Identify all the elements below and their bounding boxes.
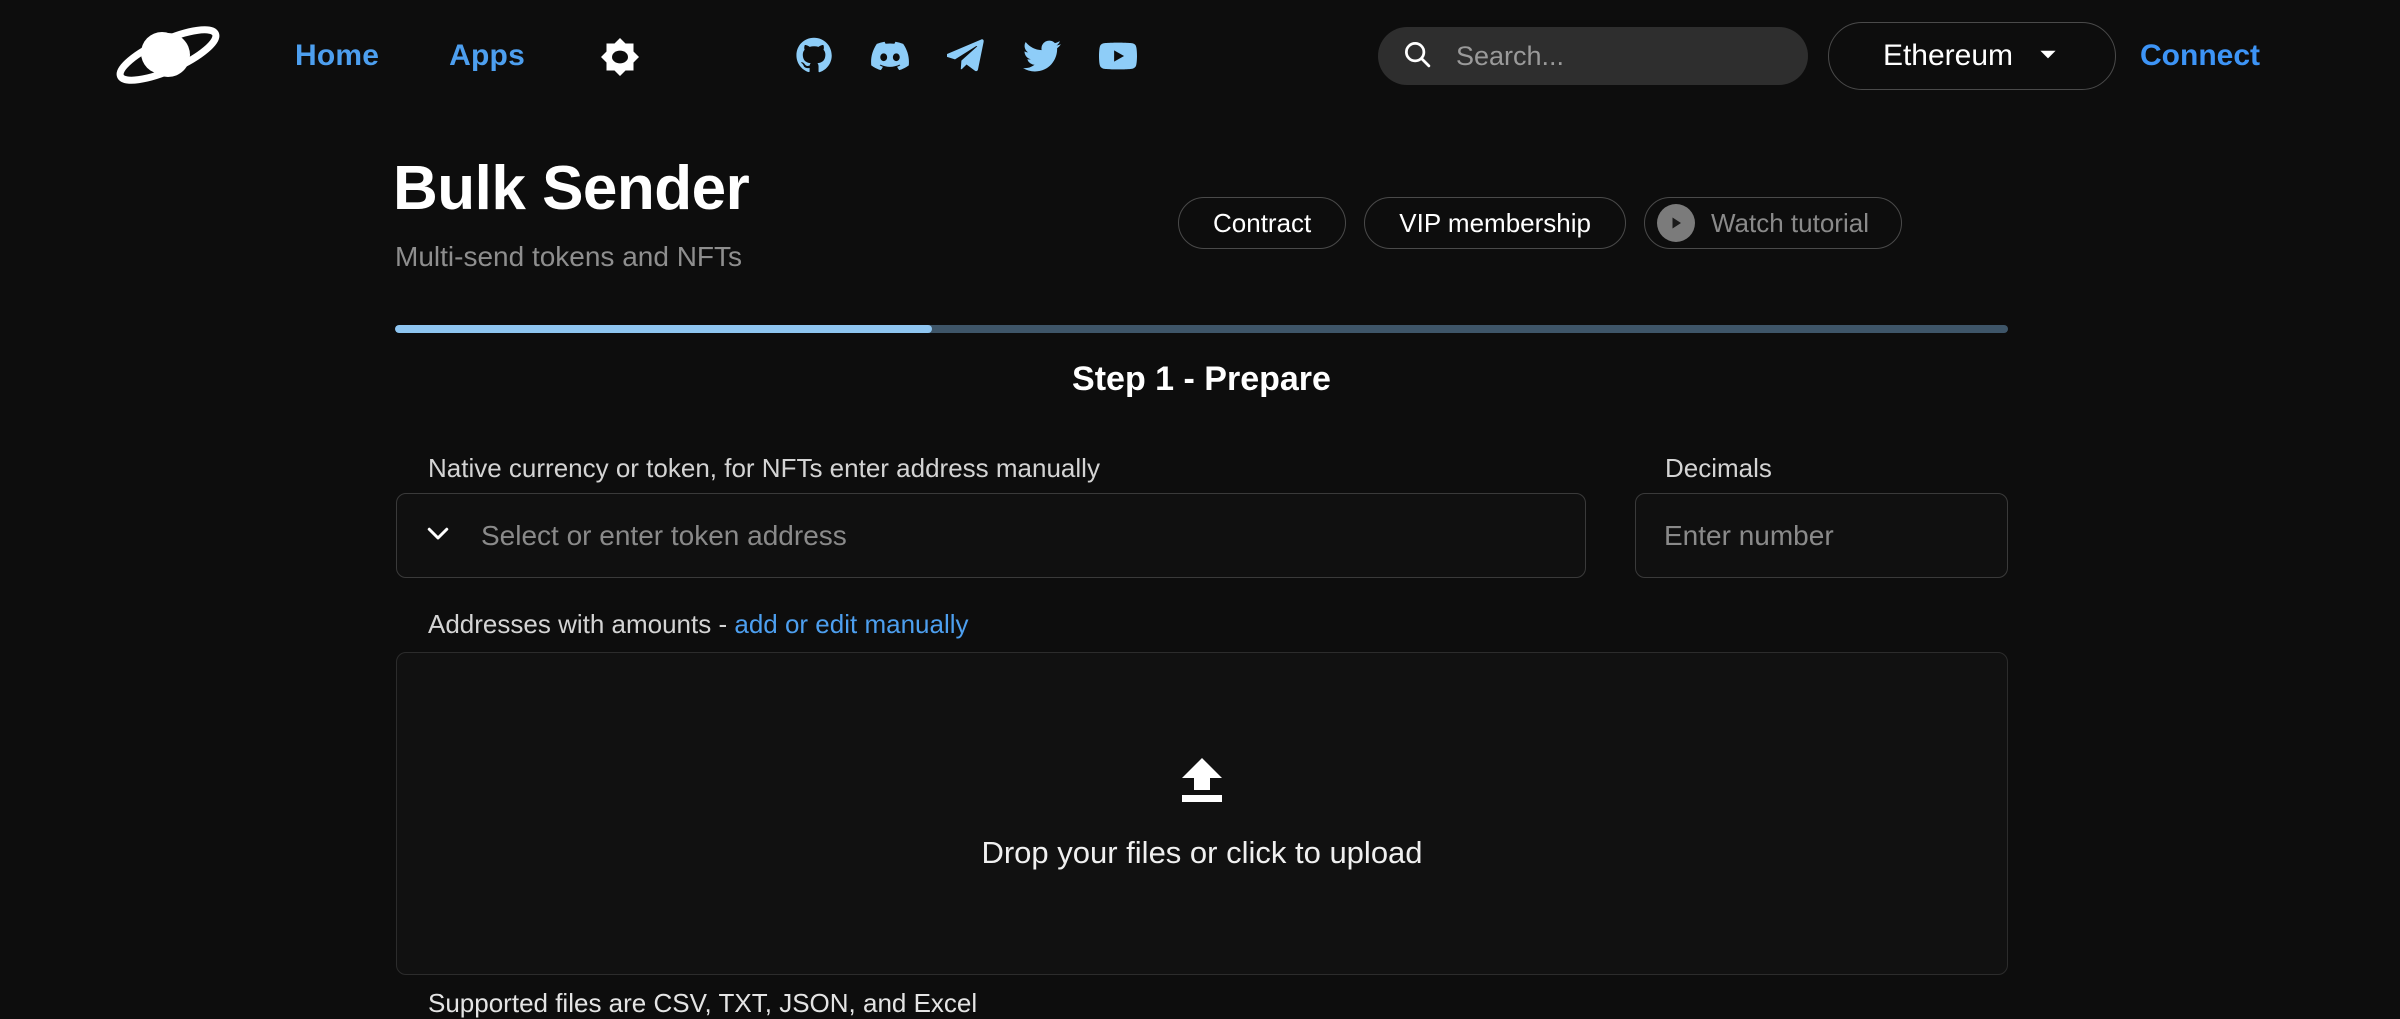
- page-action-buttons: Contract VIP membership Watch tutorial: [1178, 197, 1902, 249]
- nav-home[interactable]: Home: [295, 39, 379, 73]
- saturn-planet-logo[interactable]: [113, 22, 223, 88]
- token-field-label: Native currency or token, for NFTs enter…: [428, 453, 1100, 483]
- vip-membership-button[interactable]: VIP membership: [1364, 197, 1626, 249]
- page-subtitle: Multi-send tokens and NFTs: [395, 241, 743, 272]
- chain-selector-label: Ethereum: [1882, 39, 2014, 72]
- twitter-icon[interactable]: [1023, 37, 1061, 75]
- token-select[interactable]: [396, 493, 1586, 578]
- top-navigation-bar: Home Apps Search... Ethereum Connect: [0, 0, 2400, 112]
- addresses-field-label: Addresses with amounts - add or edit man…: [428, 611, 969, 637]
- upload-icon: [1175, 756, 1229, 809]
- brightness-icon[interactable]: [600, 37, 640, 77]
- main-nav-links: Home Apps: [295, 0, 525, 112]
- connect-wallet-button[interactable]: Connect: [2140, 0, 2260, 112]
- chevron-down-icon: [2035, 41, 2061, 72]
- play-icon: [1656, 204, 1695, 242]
- watch-tutorial-button[interactable]: Watch tutorial: [1643, 197, 1902, 249]
- page-title: Bulk Sender: [393, 154, 750, 223]
- dropzone-text: Drop your files or click to upload: [981, 835, 1423, 870]
- contract-button[interactable]: Contract: [1178, 197, 1347, 249]
- watch-tutorial-label: Watch tutorial: [1710, 207, 1869, 238]
- nav-apps[interactable]: Apps: [449, 39, 525, 73]
- search-icon: [1402, 39, 1432, 74]
- search-bar[interactable]: [1378, 27, 1812, 85]
- file-dropzone[interactable]: Drop your files or click to upload: [396, 652, 2008, 975]
- token-address-input[interactable]: [479, 518, 1559, 553]
- chevron-down-icon: [423, 518, 453, 553]
- discord-icon[interactable]: [871, 37, 909, 75]
- step-title: Step 1 - Prepare: [1072, 360, 1331, 398]
- telegram-icon[interactable]: [947, 37, 985, 75]
- addresses-label-static: Addresses with amounts -: [428, 609, 735, 639]
- youtube-icon[interactable]: [1099, 37, 1137, 75]
- decimals-input[interactable]: [1662, 518, 2027, 553]
- github-icon[interactable]: [795, 37, 833, 75]
- step-progress-fill: [395, 325, 933, 333]
- chain-selector[interactable]: Ethereum: [1828, 22, 2116, 90]
- step-progress-bar: [395, 325, 2008, 333]
- social-links: [795, 0, 1137, 112]
- search-input[interactable]: [1454, 39, 1812, 73]
- decimals-field[interactable]: [1635, 493, 2027, 578]
- decimals-field-label: Decimals: [1665, 453, 1772, 483]
- supported-files-text: Supported files are CSV, TXT, JSON, and …: [428, 988, 978, 1018]
- add-or-edit-manually-link[interactable]: add or edit manually: [734, 609, 968, 639]
